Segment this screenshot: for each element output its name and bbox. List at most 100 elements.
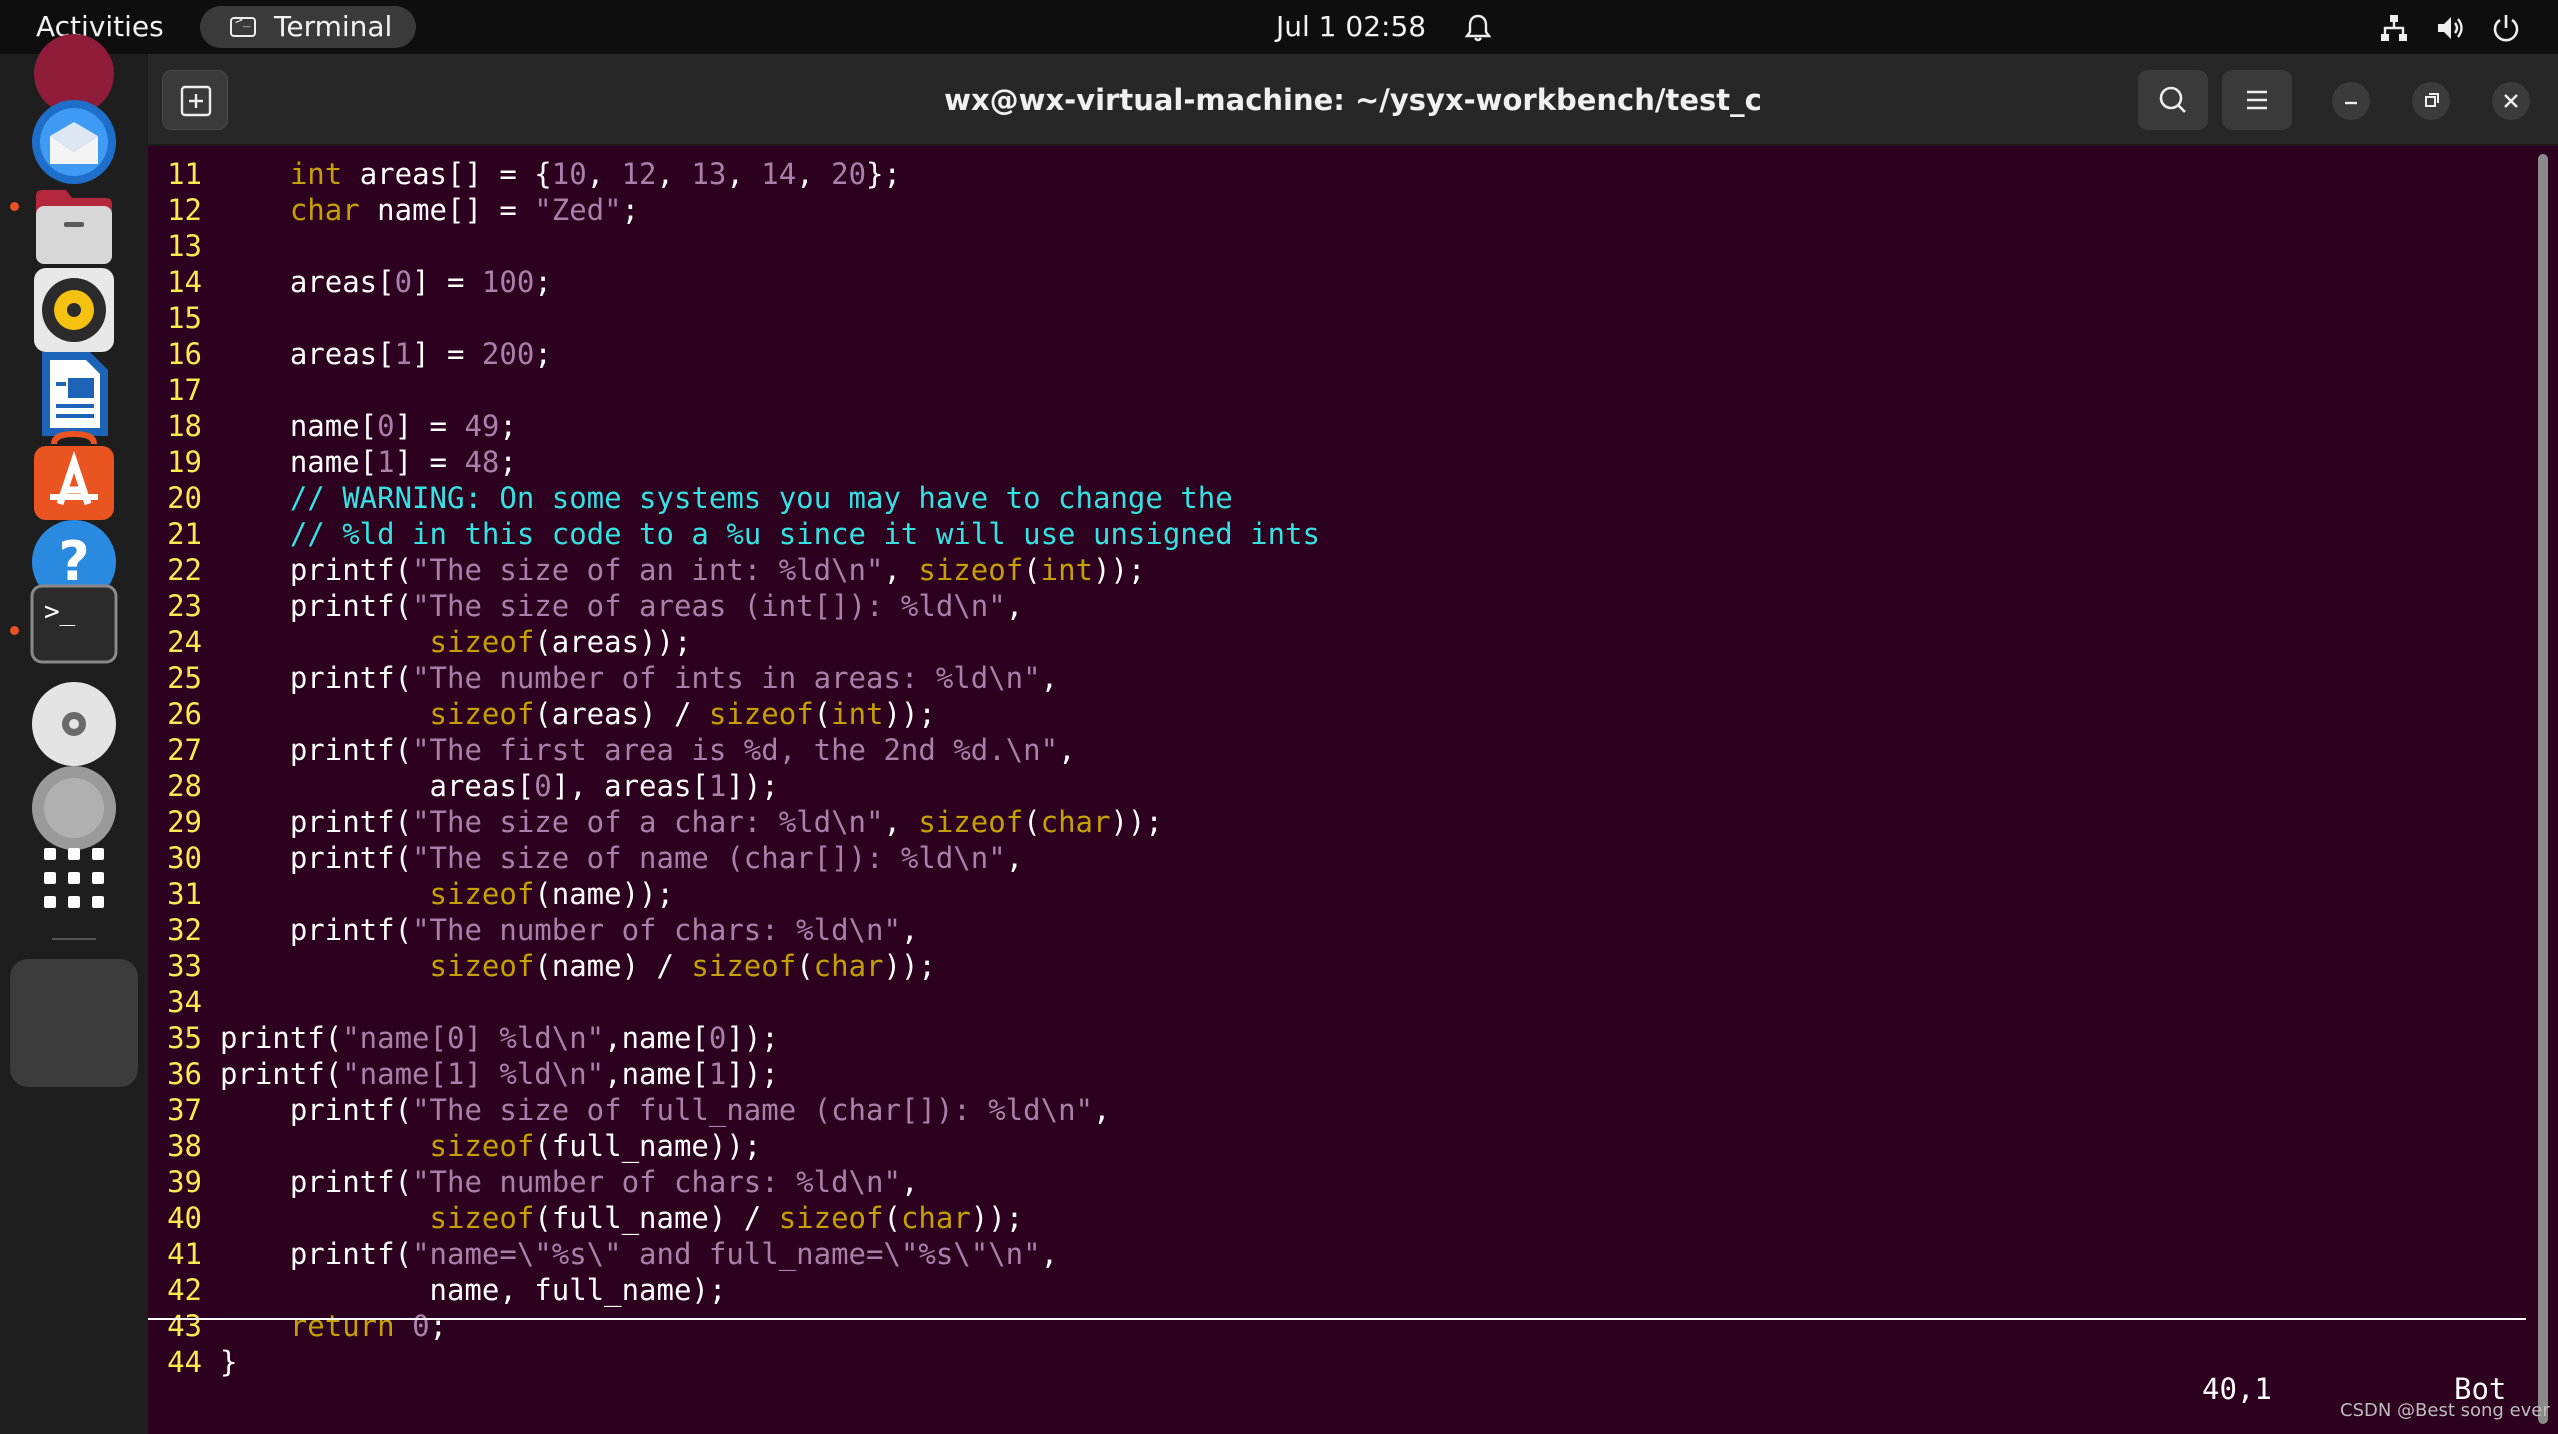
code-line[interactable]: 22 printf("The size of an int: %ld\n", s… — [148, 552, 1145, 588]
code-token: ] = — [394, 445, 465, 479]
code-token: 0 — [377, 409, 395, 443]
code-token: areas[] = { — [342, 157, 552, 191]
code-line[interactable]: 14 areas[0] = 100; — [148, 264, 552, 300]
code-token: ( — [1023, 553, 1041, 587]
show-apps-icon[interactable] — [24, 828, 124, 928]
volume-icon[interactable] — [2434, 12, 2468, 44]
code-line[interactable]: 21 // %ld in this code to a %u since it … — [148, 516, 1320, 552]
code-token: , — [726, 157, 762, 191]
code-token: 0 — [708, 1021, 727, 1055]
code-line[interactable]: 35 printf("name[0] %ld\n",name[0]); — [148, 1020, 779, 1056]
code-token: printf( — [220, 1237, 413, 1271]
code-token: sizeof — [918, 553, 1024, 587]
code-line[interactable]: 39 printf("The number of chars: %ld\n", — [148, 1164, 918, 1200]
code-token: , — [900, 913, 919, 947]
code-line[interactable]: 28 areas[0], areas[1]); — [148, 768, 779, 804]
line-number: 26 — [167, 697, 202, 731]
code-line[interactable]: 43 return 0; — [148, 1308, 447, 1344]
code-line[interactable]: 13 — [148, 228, 220, 264]
code-token: )); — [883, 949, 936, 983]
code-token: return — [289, 1309, 395, 1343]
code-line[interactable]: 12 char name[] = "Zed"; — [148, 192, 639, 228]
code-token: (areas) / — [534, 697, 709, 731]
code-token: "The size of name (char[]): %ld\n" — [412, 841, 1006, 875]
code-token: ] = — [412, 337, 482, 371]
app-menu-terminal[interactable]: Terminal — [200, 6, 416, 48]
code-line[interactable]: 11 int areas[] = {10, 12, 13, 14, 20}; — [148, 156, 901, 192]
code-line[interactable]: 23 printf("The size of areas (int[]): %l… — [148, 588, 1023, 624]
code-token: name, full_name); — [220, 1273, 727, 1307]
code-line[interactable]: 17 — [148, 372, 220, 408]
maximize-button[interactable] — [2412, 82, 2450, 120]
code-line[interactable]: 16 areas[1] = 200; — [148, 336, 552, 372]
code-token: "Zed" — [534, 193, 622, 227]
code-line[interactable]: 36 printf("name[1] %ld\n",name[1]); — [148, 1056, 779, 1092]
code-line[interactable]: 31 sizeof(name)); — [148, 876, 674, 912]
code-token: sizeof — [429, 1129, 535, 1163]
code-token: ,name[ — [604, 1057, 709, 1091]
code-line[interactable]: 27 printf("The first area is %d, the 2nd… — [148, 732, 1075, 768]
code-token: ; — [499, 409, 517, 443]
notification-bell-icon[interactable] — [1462, 12, 1494, 44]
line-number: 11 — [167, 157, 202, 191]
code-token: ] = — [412, 265, 482, 299]
line-number: 35 — [167, 1021, 202, 1055]
code-token: "name=\"%s\" and full_name=\"%s\"\n" — [412, 1237, 1041, 1271]
scrollbar[interactable] — [2538, 154, 2548, 1424]
terminal-icon[interactable]: >_ — [24, 574, 124, 674]
code-line[interactable]: 44} — [148, 1344, 237, 1380]
code-token: sizeof — [691, 949, 797, 983]
code-token: ; — [621, 193, 640, 227]
code-token: printf( — [220, 1057, 343, 1091]
code-line[interactable]: 41 printf("name=\"%s\" and full_name=\"%… — [148, 1236, 1058, 1272]
line-number: 39 — [167, 1165, 202, 1199]
code-line[interactable]: 20 // WARNING: On some systems you may h… — [148, 480, 1233, 516]
code-line[interactable]: 42 name, full_name); — [148, 1272, 726, 1308]
search-icon — [2159, 86, 2186, 113]
code-line[interactable]: 30 printf("The size of name (char[]): %l… — [148, 840, 1023, 876]
code-token: sizeof — [778, 1201, 884, 1235]
code-line[interactable]: 24 sizeof(areas)); — [148, 624, 691, 660]
power-icon[interactable] — [2490, 12, 2522, 44]
code-line[interactable]: 15 — [148, 300, 220, 336]
code-token: ( — [883, 1201, 901, 1235]
code-token: "The size of areas (int[]): %ld\n" — [412, 589, 1006, 623]
clock[interactable]: Jul 1 02:58 — [1276, 0, 1426, 54]
network-icon[interactable] — [2378, 12, 2410, 44]
code-line[interactable]: 19 name[1] = 48; — [148, 444, 517, 480]
code-line[interactable]: 37 printf("The size of full_name (char[]… — [148, 1092, 1110, 1128]
code-token: sizeof — [429, 1201, 535, 1235]
code-token: , — [1092, 1093, 1111, 1127]
line-number: 16 — [167, 337, 202, 371]
line-number: 23 — [167, 589, 202, 623]
code-line[interactable]: 25 printf("The number of ints in areas: … — [148, 660, 1058, 696]
code-line[interactable]: 32 printf("The number of chars: %ld\n", — [148, 912, 918, 948]
watermark: CSDN @Best song ever — [2340, 1400, 2550, 1421]
vim-editor[interactable]: 11 int areas[] = {10, 12, 13, 14, 20}; 12… — [148, 148, 2528, 1434]
code-token: ; — [534, 265, 552, 299]
line-number: 18 — [167, 409, 202, 443]
code-line[interactable]: 38 sizeof(full_name)); — [148, 1128, 761, 1164]
code-line[interactable]: 40 sizeof(full_name) / sizeof(char)); — [148, 1200, 1023, 1236]
code-token: printf( — [220, 1165, 413, 1199]
line-number: 19 — [167, 445, 202, 479]
code-line[interactable]: 33 sizeof(name) / sizeof(char)); — [148, 948, 936, 984]
close-button[interactable] — [2492, 82, 2530, 120]
code-token: )); — [1093, 553, 1146, 587]
cursor-line-underline — [148, 1318, 2526, 1320]
code-line[interactable]: 29 printf("The size of a char: %ld\n", s… — [148, 804, 1163, 840]
hamburger-menu-button[interactable] — [2222, 70, 2292, 130]
code-line[interactable]: 34 — [148, 984, 220, 1020]
code-token: 1 — [708, 1057, 727, 1091]
code-line[interactable]: 26 sizeof(areas) / sizeof(int)); — [148, 696, 936, 732]
code-token: , — [796, 157, 832, 191]
code-line[interactable]: 18 name[0] = 49; — [148, 408, 517, 444]
code-token: }; — [866, 157, 901, 191]
minimize-button[interactable] — [2332, 82, 2370, 120]
search-button[interactable] — [2138, 70, 2208, 130]
